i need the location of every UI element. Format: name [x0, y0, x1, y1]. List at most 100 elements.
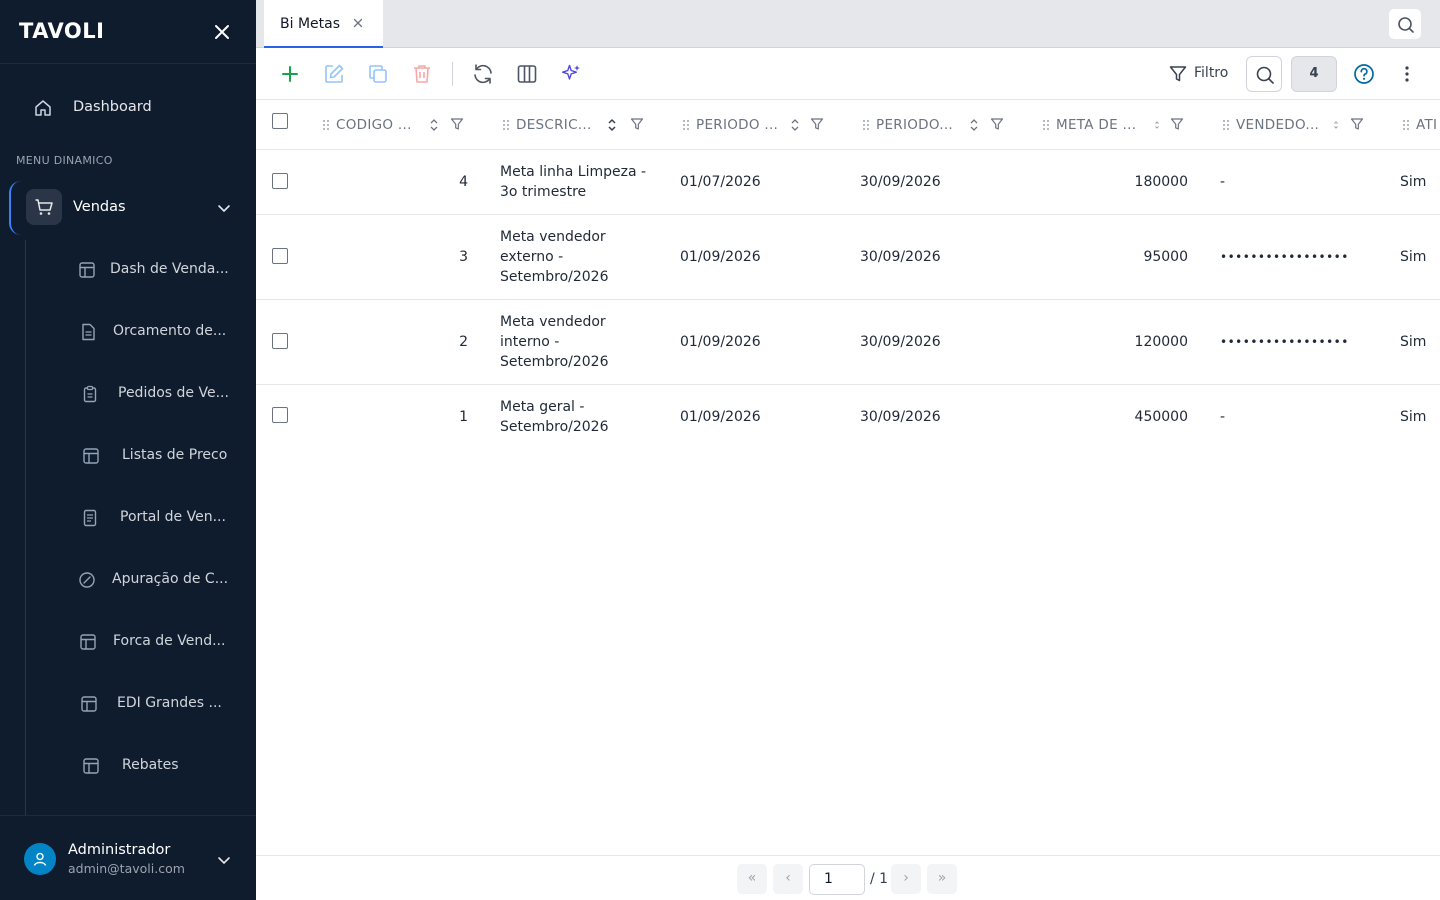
add-button[interactable]: [278, 62, 302, 86]
drag-handle-icon[interactable]: [1042, 119, 1050, 131]
column-header-descricao[interactable]: DESCRIC...: [502, 100, 652, 149]
column-header-vendedor[interactable]: VENDEDO...: [1222, 100, 1372, 149]
sort-icon[interactable]: [1152, 118, 1162, 132]
drag-handle-icon[interactable]: [1402, 119, 1410, 131]
filter-icon[interactable]: [450, 117, 464, 131]
help-icon[interactable]: [1353, 63, 1375, 85]
cell-meta: 120000: [1134, 334, 1188, 350]
pagination: « ‹ 1 / 1 › »: [256, 855, 1440, 900]
row-checkbox[interactable]: [272, 407, 288, 423]
gauge-icon: [79, 572, 95, 588]
sidebar-item-dashboard[interactable]: Dashboard: [0, 88, 256, 130]
sidebar-subitem-apuracao[interactable]: Apuração de C...: [60, 560, 250, 600]
refresh-button[interactable]: [471, 62, 495, 86]
filter-icon[interactable]: [1170, 117, 1184, 131]
sidebar-item-label: Vendas: [73, 199, 126, 215]
layout-icon: [83, 448, 99, 464]
column-header-meta[interactable]: META DE ...: [1042, 100, 1192, 149]
ai-assist-button[interactable]: [559, 62, 583, 86]
page-number-input[interactable]: 1: [809, 864, 865, 895]
table-row[interactable]: 4 Meta linha Limpeza - 3o trimestre 01/0…: [256, 150, 1440, 215]
document-icon: [83, 509, 97, 527]
sidebar-header: TAVOLI: [0, 0, 256, 64]
edit-button[interactable]: [322, 62, 346, 86]
drag-handle-icon[interactable]: [322, 119, 330, 131]
global-search-button[interactable]: [1388, 8, 1422, 40]
last-page-button[interactable]: »: [927, 864, 957, 894]
sort-icon[interactable]: [429, 118, 439, 132]
sidebar-subitem-portal[interactable]: Portal de Ven...: [60, 498, 250, 538]
column-header-periodo-inicio[interactable]: PERIODO ...: [682, 100, 832, 149]
sidebar: TAVOLI Dashboard MENU DINAMICO Vendas Da…: [0, 0, 256, 900]
sort-icon[interactable]: [790, 118, 800, 132]
table-row[interactable]: 3 Meta vendedor externo - Setembro/2026 …: [256, 215, 1440, 300]
cell-codigo: 4: [459, 174, 468, 190]
close-icon: [215, 25, 229, 39]
next-page-button[interactable]: ›: [891, 864, 921, 894]
sort-icon[interactable]: [1331, 118, 1341, 132]
column-header-label: DESCRIC...: [516, 117, 592, 133]
filter-icon[interactable]: [1350, 117, 1364, 131]
layout-icon: [81, 696, 97, 712]
drag-handle-icon[interactable]: [502, 119, 510, 131]
column-header-label: PERIODO...: [876, 117, 954, 133]
submenu-divider: [25, 240, 26, 815]
table-search-button[interactable]: [1246, 56, 1282, 92]
close-sidebar-button[interactable]: [212, 22, 232, 42]
layout-icon: [83, 758, 99, 774]
filter-icon[interactable]: [810, 117, 824, 131]
sidebar-subitem-forca-vendas[interactable]: Forca de Vend...: [60, 622, 250, 662]
page-total: / 1: [870, 871, 889, 887]
drag-handle-icon[interactable]: [862, 119, 870, 131]
sidebar-subitem-orcamento[interactable]: Orcamento de...: [60, 312, 250, 352]
cell-codigo: 2: [459, 334, 468, 350]
clipboard-icon: [83, 385, 97, 403]
prev-page-button[interactable]: ‹: [773, 864, 803, 894]
sidebar-subitem-label: Listas de Preco: [122, 447, 228, 463]
select-all-checkbox[interactable]: [272, 113, 288, 129]
plus-icon: [282, 66, 298, 82]
user-icon: [33, 852, 47, 866]
row-checkbox[interactable]: [272, 173, 288, 189]
tab-bi-metas[interactable]: Bi Metas: [264, 0, 383, 48]
delete-button[interactable]: [410, 62, 434, 86]
cell-vendedor: -: [1220, 174, 1226, 190]
filter-icon[interactable]: [630, 117, 644, 131]
columns-button[interactable]: [515, 62, 539, 86]
sidebar-subitem-label: Apuração de C...: [112, 571, 229, 587]
column-header-ativo[interactable]: ATI: [1402, 100, 1440, 149]
drag-handle-icon[interactable]: [1222, 119, 1230, 131]
toolbar: Filtro 4: [256, 48, 1440, 100]
sort-icon[interactable]: [607, 118, 617, 132]
column-header-label: CODIGO ...: [336, 117, 412, 133]
column-header-periodo-fim[interactable]: PERIODO...: [862, 100, 1012, 149]
cell-meta: 180000: [1134, 174, 1188, 190]
table-row[interactable]: 2 Meta vendedor interno - Setembro/2026 …: [256, 300, 1440, 385]
search-icon: [1256, 66, 1274, 84]
sidebar-subitem-dash-vendas[interactable]: Dash de Venda...: [60, 250, 250, 290]
cell-descricao: Meta vendedor externo - Setembro/2026: [500, 229, 609, 285]
close-tab-icon[interactable]: [352, 17, 364, 29]
user-menu[interactable]: Administrador admin@tavoli.com: [0, 815, 256, 900]
row-checkbox[interactable]: [272, 248, 288, 264]
more-options-icon[interactable]: [1396, 63, 1418, 85]
user-email: admin@tavoli.com: [68, 861, 185, 876]
cell-vendedor: •••••••••••••••••: [1220, 250, 1349, 264]
drag-handle-icon[interactable]: [682, 119, 690, 131]
column-header-codigo[interactable]: CODIGO ...: [322, 100, 472, 149]
cell-periodo-inicio: 01/09/2026: [680, 409, 761, 425]
sidebar-subitem-edi[interactable]: EDI Grandes ...: [60, 684, 250, 724]
first-page-button[interactable]: «: [737, 864, 767, 894]
filter-icon[interactable]: [990, 117, 1004, 131]
sidebar-subitem-rebates[interactable]: Rebates: [60, 746, 250, 786]
document-icon: [82, 323, 95, 341]
cell-periodo-fim: 30/09/2026: [860, 409, 941, 425]
sort-icon[interactable]: [969, 118, 979, 132]
home-icon: [35, 100, 51, 116]
sidebar-subitem-pedidos[interactable]: Pedidos de Ve...: [60, 374, 250, 414]
sidebar-subitem-listas-preco[interactable]: Listas de Preco: [60, 436, 250, 476]
sidebar-item-vendas[interactable]: Vendas: [9, 181, 247, 235]
table-row[interactable]: 1 Meta geral - Setembro/2026 01/09/2026 …: [256, 385, 1440, 450]
duplicate-button[interactable]: [366, 62, 390, 86]
row-checkbox[interactable]: [272, 333, 288, 349]
